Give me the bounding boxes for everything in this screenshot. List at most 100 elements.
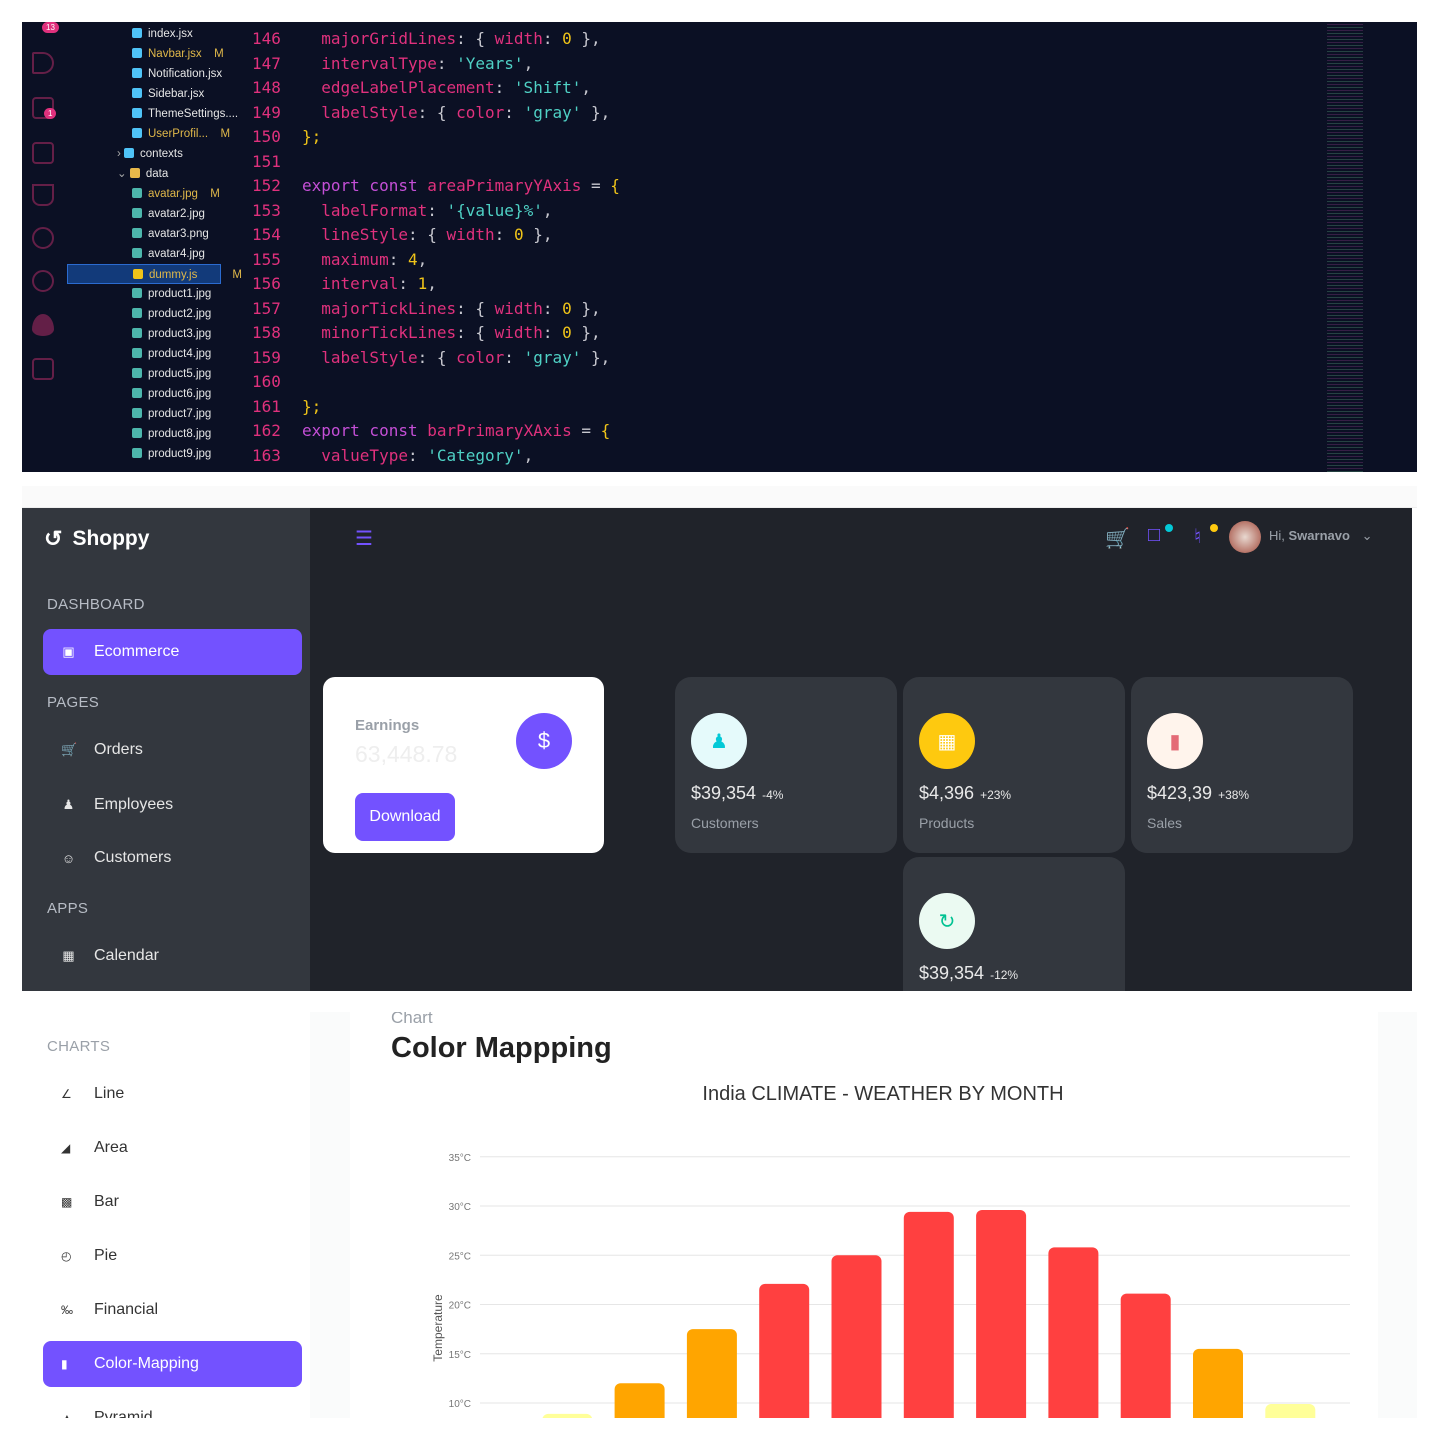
file-tree-item[interactable]: Navbar.jsx M xyxy=(132,44,224,64)
file-tree-item[interactable]: avatar.jpg M xyxy=(132,184,220,204)
bell-icon[interactable]: ♮ xyxy=(1194,524,1201,549)
react-icon xyxy=(132,128,142,138)
file-tree-item[interactable]: product8.jpg xyxy=(132,424,211,444)
code-line: 163 valueType: 'Category', xyxy=(252,444,533,468)
sidebar-item-financial[interactable]: ‰ Financial xyxy=(43,1287,302,1333)
earnings-label: Earnings xyxy=(355,717,420,734)
box-icon[interactable]: ▦ xyxy=(919,713,975,769)
file-name: data xyxy=(145,168,169,180)
stat-card: ↻ $39,354 -12% xyxy=(903,857,1125,991)
avatar[interactable] xyxy=(1229,521,1261,553)
calendar-icon: ▦ xyxy=(62,948,75,963)
user-menu[interactable]: Hi, Swarnavo ⌄ xyxy=(1269,528,1372,544)
code-token: }, xyxy=(581,347,611,367)
sidebar-item-ecommerce[interactable]: ▣ Ecommerce xyxy=(43,629,302,675)
mongodb-icon[interactable] xyxy=(32,314,54,336)
sidebar-item-color-mapping[interactable]: ▮ Color-Mapping xyxy=(43,1341,302,1387)
sidebar-item-pyramid[interactable]: ▲ Pyramid xyxy=(43,1395,302,1418)
code-token: : { xyxy=(456,29,495,48)
line-number: 159 xyxy=(252,347,281,367)
file-tree-item[interactable]: dummy.js M xyxy=(67,264,242,284)
notebook-icon[interactable] xyxy=(32,358,54,380)
code-token: : { xyxy=(456,298,495,318)
sidebar-item-area[interactable]: ◢ Area xyxy=(43,1125,302,1171)
code-line: 153 labelFormat: '{value}%', xyxy=(252,199,552,223)
cart-icon[interactable]: 🛒 xyxy=(1105,526,1130,551)
thunder-client-icon[interactable] xyxy=(32,270,54,292)
file-tree-item[interactable]: Notification.jsx xyxy=(132,64,222,84)
users-icon[interactable]: ♟ xyxy=(691,713,747,769)
file-tree-item[interactable]: product7.jpg xyxy=(132,404,211,424)
file-tree-item[interactable]: ThemeSettings.... xyxy=(132,104,238,124)
file-tree-item[interactable]: › contexts xyxy=(117,144,183,164)
file-tree-item[interactable]: index.jsx xyxy=(132,24,193,44)
file-tree-item[interactable]: avatar4.jpg xyxy=(132,244,205,264)
testing-icon[interactable] xyxy=(32,184,54,206)
line-number: 151 xyxy=(252,151,281,171)
y-tick-label: 25°C xyxy=(449,1251,471,1262)
menu-icon[interactable]: ☰ xyxy=(355,526,373,551)
file-tree-item[interactable]: product9.jpg xyxy=(132,444,211,464)
file-tree-item[interactable]: avatar2.jpg xyxy=(132,204,205,224)
file-tree-item[interactable]: UserProfil... M xyxy=(132,124,230,144)
pie-chart-icon: ◴ xyxy=(61,1249,72,1263)
line-number: 148 xyxy=(252,78,281,97)
stat-label: Sales xyxy=(1147,815,1183,831)
file-name: product8.jpg xyxy=(148,428,212,440)
file-tree-item[interactable]: product4.jpg xyxy=(132,344,211,364)
file-tree-item[interactable]: Sidebar.jsx xyxy=(132,84,204,104)
file-tree-item[interactable]: avatar3.png xyxy=(132,224,209,244)
sidebar: ↺ Shoppy DASHBOARD ▣ Ecommerce PAGES 🛒 Ord… xyxy=(22,508,310,991)
code-token: , xyxy=(417,249,428,269)
earnings-card: Earnings 63,448.78 $ Download xyxy=(323,677,604,853)
stat-percentage: -12% xyxy=(990,968,1019,982)
sidebar-item-customers[interactable]: ☺ Customers xyxy=(43,835,302,881)
line-number: 150 xyxy=(252,127,281,146)
stat-value: $4,396 xyxy=(919,783,975,803)
minimap[interactable] xyxy=(1327,22,1363,472)
file-tree-item[interactable]: product1.jpg xyxy=(132,284,211,304)
code-token: interval xyxy=(302,274,399,293)
bar-nov xyxy=(1193,1348,1243,1418)
sidebar: CHARTS ∠ Line ◢ Area ▩ Bar ◴ Pie ‰ Financial ▮ Colo… xyxy=(22,1012,310,1418)
dollar-icon[interactable]: $ xyxy=(516,713,572,769)
line-number: 146 xyxy=(252,29,281,48)
sidebar-item-orders[interactable]: 🛒 Orders xyxy=(43,727,302,773)
react-icon xyxy=(132,108,142,118)
sidebar-item-bar[interactable]: ▩ Bar xyxy=(43,1179,302,1225)
bar-jun xyxy=(831,1255,882,1418)
code-line: 155 maximum: 4, xyxy=(252,248,427,272)
bar-oct xyxy=(1120,1293,1171,1418)
bar-chart-icon: ▩ xyxy=(61,1195,73,1209)
file-tree-item[interactable]: product6.jpg xyxy=(132,384,211,404)
refresh-icon[interactable]: ↻ xyxy=(919,893,975,949)
chart-panel: Chart Color Mappping India CLIMATE - WEA… xyxy=(350,1012,1378,1418)
code-line: 152 export const areaPrimaryYAxis = { xyxy=(252,174,620,198)
code-line: 158 minorTickLines: { width: 0 }, xyxy=(252,321,601,345)
remote-explorer-icon[interactable] xyxy=(32,142,54,164)
sidebar-item-calendar[interactable]: ▦ Calendar xyxy=(43,933,302,979)
pyramid-icon: ▲ xyxy=(61,1411,73,1418)
file-name: index.jsx xyxy=(148,28,193,40)
file-name: Sidebar.jsx xyxy=(148,88,205,100)
github-icon[interactable] xyxy=(32,227,54,249)
chat-notification-dot xyxy=(1165,524,1173,532)
code-token: : xyxy=(427,200,447,220)
chat-icon[interactable]: □ xyxy=(1148,524,1160,547)
sidebar-item-employees[interactable]: ♟ Employees xyxy=(43,782,302,828)
file-tree-item[interactable]: ⌄ data xyxy=(117,164,168,184)
line-number: 154 xyxy=(252,225,281,244)
sidebar-item-pie[interactable]: ◴ Pie xyxy=(43,1233,302,1279)
bar-chart-icon[interactable]: ▮ xyxy=(1147,713,1203,769)
run-debug-icon[interactable] xyxy=(32,52,54,74)
brand-logo[interactable]: ↺ Shoppy xyxy=(44,526,149,552)
shopping-bag-icon: ▣ xyxy=(62,644,75,659)
file-tree-item[interactable]: product2.jpg xyxy=(132,304,211,324)
code-token: 'Shift' xyxy=(513,78,582,97)
sidebar-item-line[interactable]: ∠ Line xyxy=(43,1071,302,1117)
download-button[interactable]: Download xyxy=(355,793,455,841)
file-tree-item[interactable]: product3.jpg xyxy=(132,324,211,344)
file-tree-item[interactable]: product5.jpg xyxy=(132,364,211,384)
code-token: '{value}%' xyxy=(446,200,543,220)
react-icon xyxy=(132,28,142,38)
